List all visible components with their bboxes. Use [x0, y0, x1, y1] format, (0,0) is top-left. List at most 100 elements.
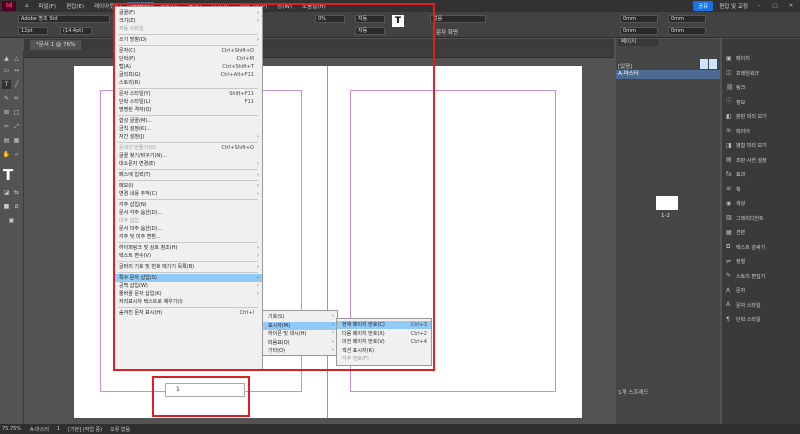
panel-icon: A [726, 286, 731, 294]
font-size-field[interactable]: 12pt [18, 27, 48, 35]
rectangle-frame-tool-icon[interactable]: ⊠ [2, 108, 11, 117]
workspace-select[interactable]: 편집 및 교정 [719, 2, 748, 10]
dock-panel-item[interactable]: ◉ 색상 [722, 198, 800, 209]
close-icon[interactable]: ✕ [786, 3, 796, 9]
minimize-icon[interactable]: – [754, 3, 764, 9]
dock-panel-item[interactable]: ◧ 분판 미리 보기 [722, 111, 800, 122]
pencil-tool-icon[interactable]: ✏ [12, 94, 21, 103]
rectangle-tool-icon[interactable]: □ [12, 108, 21, 117]
dock-panel-item[interactable]: ▦ 견본 [722, 227, 800, 238]
dock-panel-item[interactable]: ⓘ 정보 [722, 97, 800, 108]
dock-panel-item[interactable]: A 문자 스타일 [722, 300, 800, 311]
line-tool-icon[interactable]: ╱ [12, 80, 21, 89]
apply-none-icon[interactable]: ⧄ [12, 202, 21, 211]
panel-icon: ⇌ [726, 257, 732, 265]
panel-label: 견본 [736, 230, 746, 236]
master-thumb-left[interactable] [700, 59, 708, 69]
panel-label: 조판 사전 설정 [736, 157, 767, 164]
dock-panel-item[interactable]: A 문자 [722, 285, 800, 296]
zoom-level[interactable]: 75.75% [2, 426, 21, 432]
note-tool-icon[interactable]: ▦ [12, 136, 21, 145]
swap-colors-icon[interactable]: ⇆ [12, 188, 21, 197]
share-button[interactable]: 공유 [693, 1, 714, 11]
panel-icon: ▦ [726, 228, 732, 236]
panel-label: 그레이디언트 [736, 215, 764, 222]
language-field[interactable]: 없음 [430, 15, 486, 23]
mode-label: 문자 화면 [436, 30, 458, 36]
indent-field-1[interactable]: 0mm [620, 15, 658, 23]
dock-panel-item[interactable]: ✎ 스토리 편집기 [722, 271, 800, 282]
selection-tool-icon[interactable]: ▲ [2, 54, 11, 63]
dock-panel-item[interactable]: ▣ 페이지 [722, 53, 800, 64]
dock-panel-item[interactable]: ¶ 단락 스타일 [722, 314, 800, 325]
panel-icon: fx [726, 170, 732, 178]
master-thumb-right[interactable] [709, 59, 717, 69]
panel-icon: ⧉ [726, 243, 731, 250]
pages-panel-tab[interactable]: 페이지 [618, 39, 658, 46]
panel-icon: A [726, 301, 731, 308]
none-master[interactable]: [없음] [618, 62, 632, 70]
dock-panel-item[interactable]: ◨ 병합 미리 보기 [722, 140, 800, 151]
panel-icon: ◉ [726, 199, 732, 207]
panel-label: 효과 [736, 172, 746, 178]
panel-label: 획 [736, 186, 741, 193]
page-tool-icon[interactable]: ▭ [2, 66, 11, 75]
indent-field-3[interactable]: 0mm [668, 15, 706, 23]
document-tab[interactable]: *문서 1 @ 76% [30, 40, 82, 50]
menu-file[interactable]: 파일(F) [34, 2, 62, 10]
dock-panel-item[interactable]: ≡ 획 [722, 184, 800, 195]
status-page[interactable]: 1 [57, 426, 60, 432]
dock-panel-item[interactable]: ⇌ 정렬 [722, 256, 800, 267]
maximize-icon[interactable]: □ [770, 3, 780, 9]
status-bar: 75.75% A-마스터 1 [기본] (작업 중) 오류 없음 [0, 424, 800, 434]
panel-label: 스토리 편집기 [736, 273, 766, 280]
zoom-tool-icon[interactable]: ⌕ [12, 150, 21, 159]
transform-tool-icon[interactable]: ⤢ [12, 122, 21, 131]
status-errors: 오류 없음 [110, 426, 131, 433]
panel-icon: ◫ [726, 69, 732, 76]
menu-home-icon[interactable]: ⌂ [20, 3, 34, 9]
screen-mode-icon[interactable]: ▣ [7, 216, 16, 225]
panel-icon: ◧ [726, 112, 732, 120]
apply-color-icon[interactable]: ■ [2, 202, 11, 211]
leading-field[interactable]: (14.4pt) [60, 27, 92, 35]
indent-field-2[interactable]: 0mm [620, 27, 658, 35]
status-master[interactable]: A-마스터 [30, 426, 49, 433]
panel-icon: ⛓ [726, 83, 734, 91]
pen-tool-icon[interactable]: ✎ [2, 94, 11, 103]
panel-label: 문자 [736, 288, 746, 294]
default-colors-icon[interactable]: ◪ [2, 188, 11, 197]
panel-icon: ⓘ [726, 98, 733, 105]
gradient-tool-icon[interactable]: ▤ [2, 136, 11, 145]
dock-panel-item[interactable]: ⛓ 링크 [722, 82, 800, 93]
direct-selection-tool-icon[interactable]: △ [12, 54, 21, 63]
type-tool-icon[interactable]: T [2, 80, 11, 89]
panel-label: 정렬 [736, 259, 746, 265]
panel-label: 텍스트 감싸기 [736, 244, 766, 251]
dock-panel-item[interactable]: ◫ 프레임워크 [722, 68, 800, 79]
dock-panel-item[interactable]: ⧉ 텍스트 감싸기 [722, 242, 800, 253]
pages-panel: 페이지 [없음] A-마스터 1-2 1개 스프레드 [616, 39, 720, 424]
panel-icon: ≋ [726, 127, 732, 134]
highlight-box-menu [113, 3, 435, 371]
panels-dock: ▣ 페이지 ◫ 프레임워크 ⛓ 링크 ⓘ 정보 ◧ 분판 미리 보기 ≋ 레이어 ◨ 병합 미리 보기 ▤ 조… [722, 39, 800, 424]
highlight-box-page-number [152, 376, 250, 417]
indent-field-4[interactable]: 0mm [668, 27, 706, 35]
gap-tool-icon[interactable]: ↔ [12, 66, 21, 75]
panel-icon: ≡ [726, 185, 732, 192]
fill-stroke-type-icon[interactable]: T [3, 166, 21, 184]
page-thumb-2[interactable] [667, 196, 678, 210]
dock-panel-item[interactable]: fx 효과 [722, 169, 800, 180]
dock-panel-item[interactable]: ≋ 레이어 [722, 126, 800, 137]
status-base[interactable]: [기본] (작업 중) [68, 426, 102, 433]
dock-panel-item[interactable]: ▤ 조판 사전 설정 [722, 155, 800, 166]
dock-panel-item[interactable]: ▥ 그레이디언트 [722, 213, 800, 224]
panel-label: 병합 미리 보기 [736, 143, 767, 149]
font-family-field[interactable]: Adobe 명조 Std [18, 15, 110, 23]
hand-tool-icon[interactable]: ✋ [2, 150, 11, 159]
scissors-tool-icon[interactable]: ✂ [2, 122, 11, 131]
menu-edit[interactable]: 편집(E) [61, 2, 89, 10]
panel-icon: ◨ [726, 141, 732, 149]
a-master[interactable]: A-마스터 [616, 70, 720, 79]
page-thumb-1[interactable] [656, 196, 667, 210]
